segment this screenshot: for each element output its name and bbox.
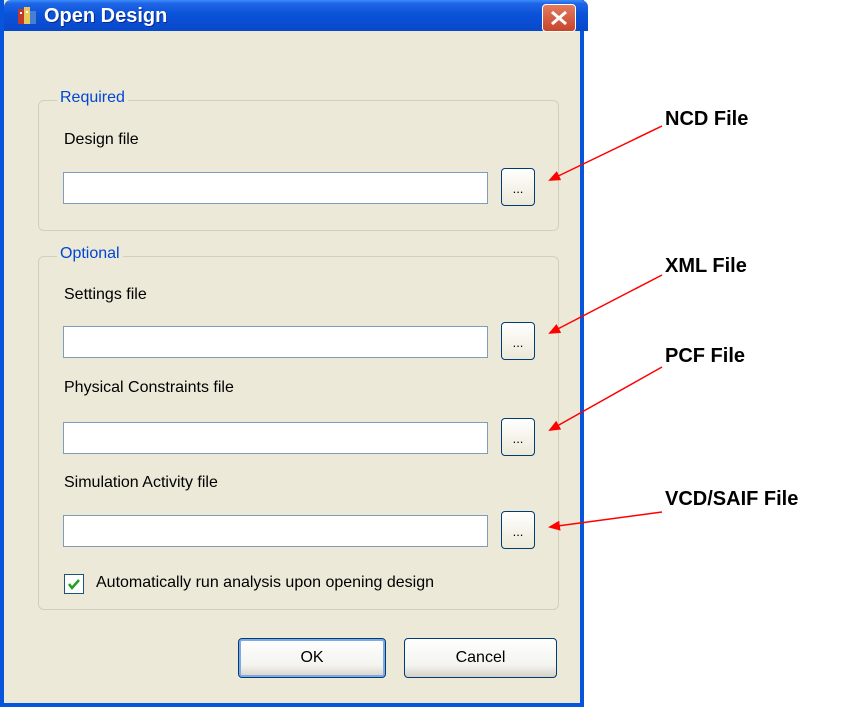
vcd-saif-arrow — [548, 511, 663, 531]
pcf-arrow — [548, 366, 663, 431]
ncd-arrow — [548, 125, 663, 181]
annotation-arrows — [548, 125, 663, 531]
xml-arrow — [548, 274, 663, 334]
